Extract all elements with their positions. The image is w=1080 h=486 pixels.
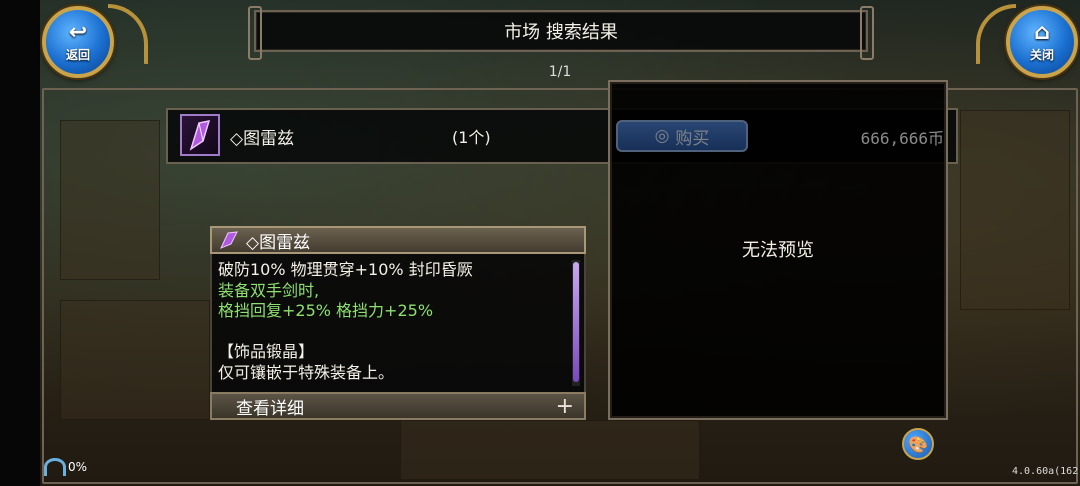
item-quantity: (1个)	[452, 128, 491, 147]
purple-crystal-icon[interactable]	[180, 114, 220, 156]
plus-icon: +	[555, 393, 574, 419]
tooltip-line	[218, 322, 564, 343]
view-details-button[interactable]: 查看详细 +	[210, 392, 586, 420]
signal-percent: 0%	[68, 460, 88, 474]
back-arrow-icon: ↩	[68, 19, 88, 45]
home-icon: ⌂	[1034, 19, 1050, 45]
version-label: 4.0.60a(162)	[1012, 466, 1080, 477]
back-button-label: 返回	[65, 47, 90, 62]
item-name: ◇图雷兹	[230, 129, 295, 149]
page-indicator: 1/1	[548, 64, 572, 80]
item-price: 666,666币	[860, 129, 944, 148]
close-button[interactable]: ⌂ 关闭	[1006, 6, 1078, 78]
tooltip-title: ◇图雷兹	[246, 232, 311, 253]
buy-button[interactable]: ◎ 购买	[616, 120, 748, 152]
purple-crystal-icon	[220, 231, 238, 249]
screen-edge	[0, 0, 40, 486]
tooltip-line: 格挡回复+25% 格挡力+25%	[218, 301, 434, 320]
tooltip-body: 破防10% 物理贯穿+10% 封印昏厥 装备双手剑时, 格挡回复+25% 格挡力…	[210, 254, 586, 392]
page-title: 市场 搜索结果	[504, 22, 618, 43]
tooltip-line: 仅可镶嵌于特殊装备上。	[218, 362, 395, 382]
back-button[interactable]: ↩ 返回	[42, 6, 114, 78]
close-button-label: 关闭	[1029, 47, 1054, 62]
preview-message: 无法预览	[742, 240, 814, 261]
palette-icon[interactable]: 🎨	[902, 428, 934, 460]
network-status: 0%	[44, 458, 87, 476]
tooltip-line: 破防10% 物理贯穿+10% 封印昏厥	[218, 260, 473, 279]
tooltip-line: 【饰品锻晶】	[218, 342, 315, 361]
tooltip-line: 装备双手剑时,	[218, 280, 320, 300]
page-title-bar: 市场 搜索结果	[248, 6, 874, 60]
view-details-label: 查看详细	[236, 398, 304, 419]
signal-icon	[44, 458, 66, 476]
coin-bag-icon: ◎	[654, 126, 670, 146]
tooltip-header: ◇图雷兹	[210, 226, 586, 254]
buy-button-label: 购买	[675, 128, 710, 149]
tooltip-scrollbar-thumb[interactable]	[573, 262, 579, 382]
